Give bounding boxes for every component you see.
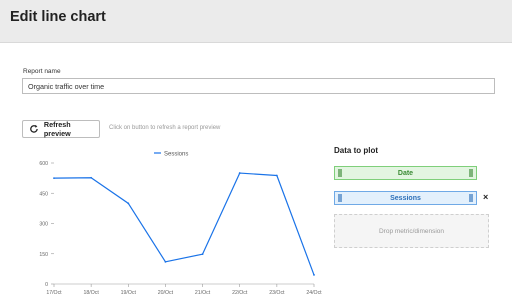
plot-area [53,172,315,276]
drag-handle-icon[interactable] [338,169,342,177]
y-axis: 0 150 300 450 600 [39,161,54,288]
drag-handle-icon[interactable] [469,169,473,177]
y-tick-label: 600 [39,161,48,167]
dimension-pill-label: Date [397,169,414,177]
data-point [201,253,204,256]
x-tick-label: 24/Oct [306,290,322,296]
data-point [127,202,130,205]
legend-label-sessions: Sessions [164,152,188,158]
refresh-preview-label: Refresh preview [43,120,71,138]
x-tick-label: 20/Oct [158,290,174,296]
refresh-hint: Click on button to refresh a report prev… [109,125,221,131]
refresh-icon [30,124,38,133]
metric-dropzone[interactable]: Drop metric/dimension [334,214,489,248]
page-title: Edit line chart [10,9,106,25]
data-to-plot-title: Data to plot [334,146,378,155]
sessions-line-chart: Sessions 0 150 300 450 600 17/Oct 18/Oct 19/Oc… [39,152,322,297]
data-point [53,177,55,180]
x-axis: 17/Oct 18/Oct 19/Oct 20/Oct 21/Oct 22/Oct 23/O… [46,283,322,296]
drag-handle-icon[interactable] [469,194,473,202]
x-tick-label: 19/Oct [121,290,137,296]
data-point [275,174,278,177]
y-tick-label: 300 [39,222,48,228]
dimension-pill-date[interactable]: Date [334,166,477,180]
x-tick-label: 17/Oct [46,290,62,296]
x-tick-label: 21/Oct [195,290,211,296]
series-line-sessions [53,172,315,276]
remove-metric-icon[interactable]: × [483,192,488,202]
report-name-label: Report name [23,68,61,75]
x-tick-label: 22/Oct [232,290,248,296]
x-tick-label: 18/Oct [83,290,99,296]
metric-pill-label: Sessions [390,194,421,202]
refresh-preview-button[interactable]: Refresh preview [22,120,100,138]
data-point [90,176,93,179]
chart-legend: Sessions [154,152,188,158]
y-tick-label: 150 [39,252,48,258]
y-tick-label: 0 [45,282,48,288]
metric-pill-sessions[interactable]: Sessions [334,191,477,205]
data-point [238,172,241,174]
data-point [164,260,167,263]
header-bar: Edit line chart [0,0,512,43]
data-point [313,274,315,276]
drag-handle-icon[interactable] [338,194,342,202]
report-name-input[interactable] [22,78,495,94]
y-tick-label: 450 [39,191,48,197]
x-tick-label: 23/Oct [269,290,285,296]
